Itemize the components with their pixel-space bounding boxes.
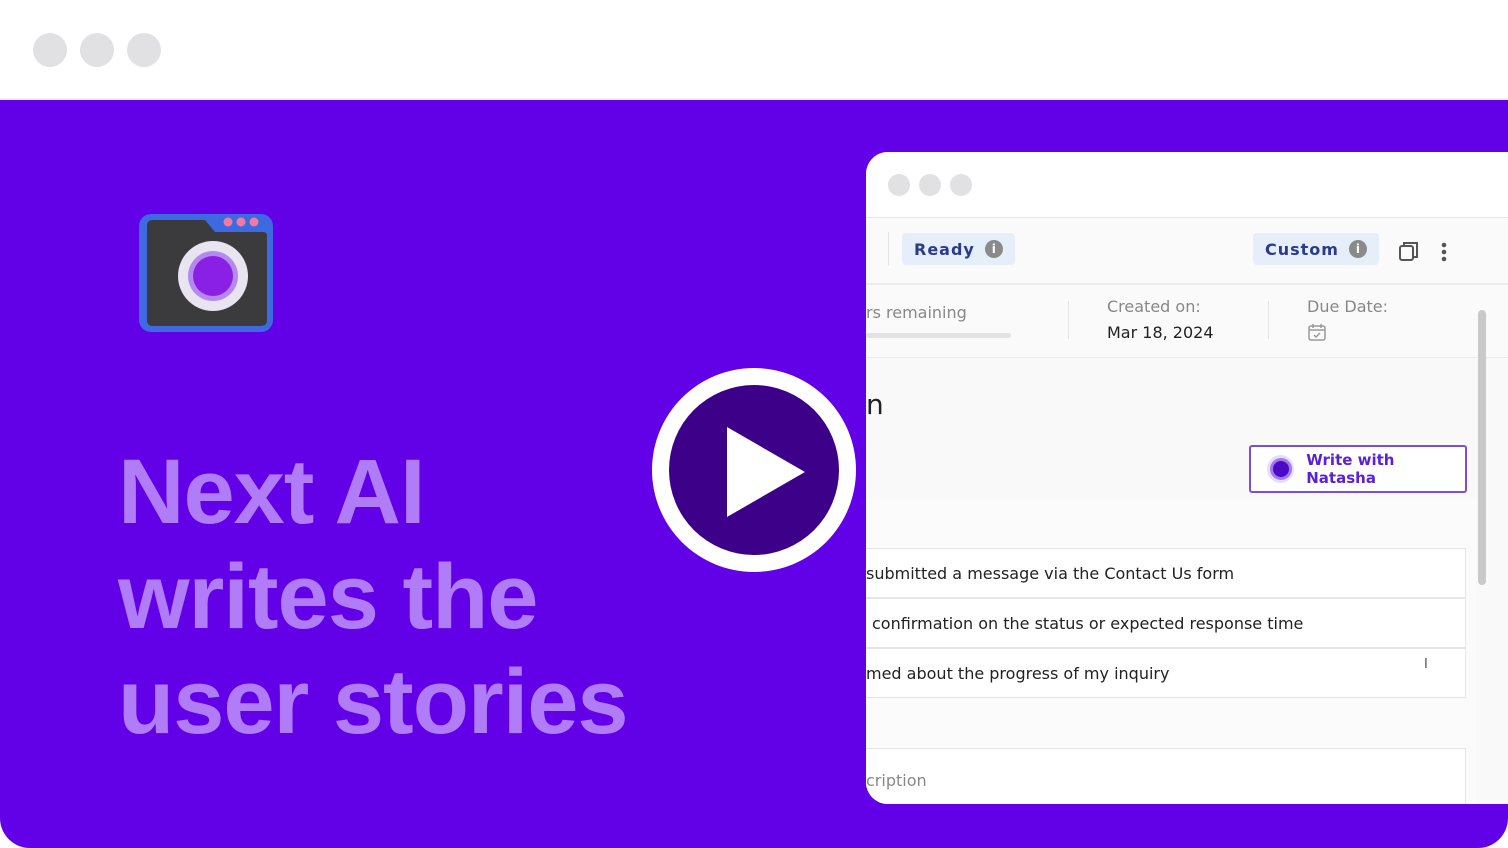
- story-row[interactable]: med about the progress of my inquiry I: [866, 648, 1466, 698]
- video-thumbnail: Next AI writes the user stories Ready i …: [0, 100, 1508, 848]
- ai-button-label: Write with Natasha: [1306, 451, 1395, 487]
- window-dot: [127, 33, 161, 67]
- created-value: Mar 18, 2024: [1107, 323, 1214, 342]
- status-label: Ready: [914, 239, 975, 259]
- camera-app-logo-icon: [137, 210, 275, 338]
- play-icon: [727, 427, 805, 517]
- calendar-icon[interactable]: [1307, 322, 1327, 346]
- play-button[interactable]: [652, 368, 856, 572]
- description-placeholder: cription: [866, 771, 927, 790]
- info-row: rs remaining Created on: Mar 18, 2024 Du…: [866, 285, 1508, 358]
- type-badge[interactable]: Custom i: [1253, 233, 1379, 265]
- headline-line: Next AI: [118, 441, 426, 543]
- play-button-inner: [669, 385, 839, 555]
- text-cursor-icon: I: [1424, 657, 1428, 672]
- headline-line: user stories: [118, 651, 629, 753]
- scrollbar[interactable]: [1478, 310, 1486, 585]
- app-titlebar: [866, 152, 1508, 218]
- write-with-natasha-button[interactable]: Write with Natasha: [1249, 445, 1467, 493]
- window-dot: [80, 33, 114, 67]
- headline-line: writes the: [118, 546, 538, 648]
- due-date-label: Due Date:: [1307, 297, 1389, 316]
- outer-window-titlebar: [0, 0, 1508, 100]
- story-row[interactable]: confirmation on the status or expected r…: [866, 598, 1466, 648]
- window-dot: [33, 33, 67, 67]
- window-dot: [950, 174, 972, 196]
- story-row[interactable]: submitted a message via the Contact Us f…: [866, 548, 1466, 598]
- window-dot: [888, 174, 910, 196]
- story-text: submitted a message via the Contact Us f…: [866, 563, 1235, 583]
- window-dot: [919, 174, 941, 196]
- progress-bar: [866, 333, 1011, 338]
- type-label: Custom: [1265, 239, 1339, 259]
- app-toolbar: Ready i Custom i: [866, 218, 1508, 285]
- headline: Next AI writes the user stories: [118, 440, 629, 755]
- story-content: n Write with Natasha submitted a message…: [866, 310, 1508, 804]
- remaining-label: rs remaining: [866, 303, 967, 322]
- info-icon[interactable]: i: [984, 240, 1003, 258]
- app-window: Ready i Custom i rs remaining Created on…: [866, 152, 1508, 804]
- info-icon[interactable]: i: [1348, 240, 1367, 258]
- copy-icon[interactable]: [1398, 240, 1420, 266]
- created-label: Created on:: [1107, 297, 1201, 316]
- description-field[interactable]: cription: [866, 748, 1466, 804]
- more-options-icon[interactable]: [1441, 242, 1447, 266]
- story-text: med about the progress of my inquiry: [866, 663, 1170, 683]
- status-badge[interactable]: Ready i: [902, 233, 1015, 265]
- ai-orb-icon: [1267, 455, 1295, 483]
- section-title: n: [866, 388, 884, 421]
- story-text: confirmation on the status or expected r…: [872, 613, 1304, 633]
